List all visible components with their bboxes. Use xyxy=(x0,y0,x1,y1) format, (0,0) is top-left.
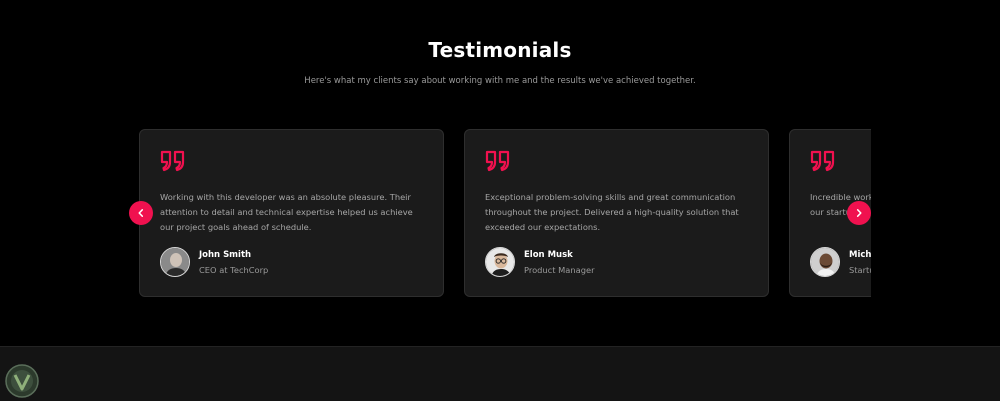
testimonials-section: Testimonials Here's what my clients say … xyxy=(0,0,1000,346)
testimonial-quote: Working with this developer was an absol… xyxy=(160,192,413,232)
author-name: Elon Musk xyxy=(524,250,573,260)
testimonial-card: Exceptional problem-solving skills and g… xyxy=(464,129,769,297)
chevron-left-icon xyxy=(138,209,144,217)
quote-icon xyxy=(485,150,510,172)
author-role: CEO at TechCorp xyxy=(199,265,269,275)
carousel-next-button[interactable] xyxy=(847,201,871,225)
avatar xyxy=(160,247,190,277)
testimonial-quote: Exceptional problem-solving skills and g… xyxy=(485,192,739,232)
testimonial-carousel[interactable]: Working with this developer was an absol… xyxy=(139,129,871,298)
quote-icon xyxy=(160,150,185,172)
site-badge-icon[interactable] xyxy=(4,363,40,399)
carousel-prev-button[interactable] xyxy=(129,201,153,225)
section-title: Testimonials xyxy=(428,38,572,62)
avatar xyxy=(810,247,840,277)
quote-icon xyxy=(810,150,835,172)
author-name: Micha xyxy=(849,250,871,260)
footer xyxy=(0,346,1000,401)
author-name: John Smith xyxy=(199,250,252,260)
avatar xyxy=(485,247,515,277)
testimonial-card: Working with this developer was an absol… xyxy=(139,129,444,297)
author-role: Startu xyxy=(849,265,871,275)
section-subtitle: Here's what my clients say about working… xyxy=(304,76,696,86)
author-role: Product Manager xyxy=(524,265,595,275)
chevron-right-icon xyxy=(856,209,862,217)
